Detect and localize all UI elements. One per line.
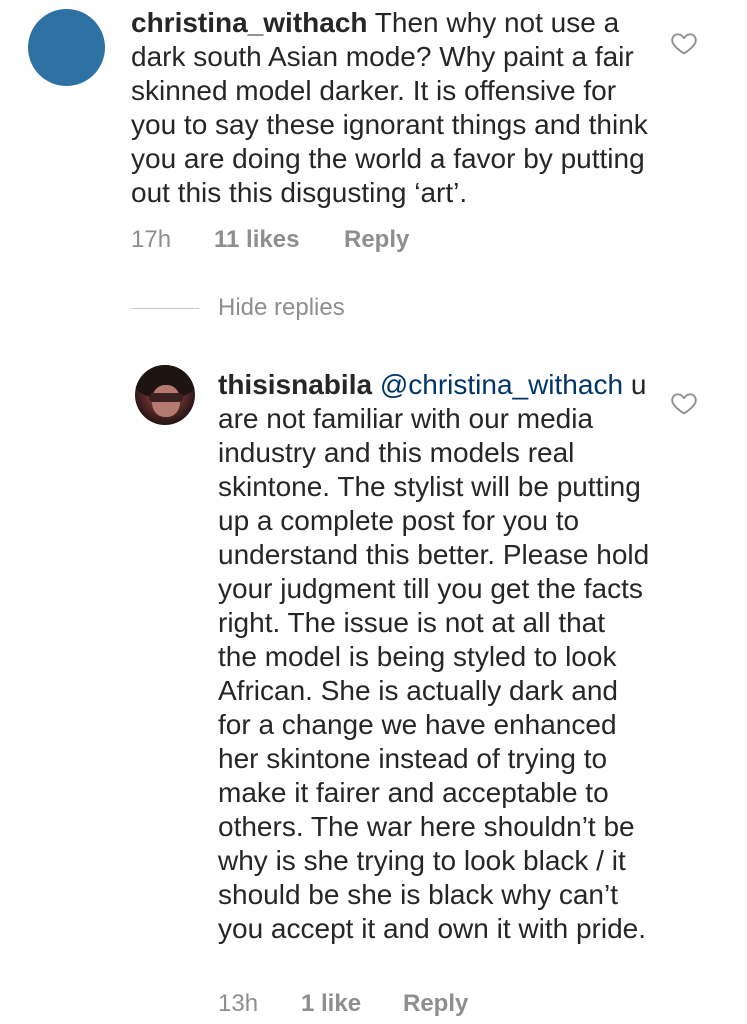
reply-likes[interactable]: 1 like — [301, 990, 361, 1018]
comment-time: 17h — [131, 226, 172, 253]
reply-text: u are not familiar with our media indust… — [218, 369, 650, 944]
reply-button[interactable]: Reply — [403, 990, 468, 1018]
comment-username[interactable]: christina_withach — [131, 7, 368, 38]
reply-body: thisisnabila @christina_withach u are no… — [218, 368, 650, 946]
reply-time: 13h — [218, 990, 259, 1017]
hide-replies-label: Hide replies — [218, 294, 345, 321]
avatar[interactable] — [135, 365, 195, 425]
comment-likes[interactable]: 11 likes — [214, 226, 299, 254]
avatar[interactable] — [28, 9, 105, 86]
reply-mention[interactable]: @christina_withach — [380, 369, 623, 400]
hide-replies-toggle[interactable]: Hide replies — [131, 292, 431, 326]
reply-username[interactable]: thisisnabila — [218, 369, 372, 400]
reply-button[interactable]: Reply — [344, 226, 409, 254]
divider — [131, 308, 199, 309]
comment-body: christina_withach Then why not use a dar… — [131, 6, 651, 210]
like-heart-icon[interactable] — [669, 389, 699, 417]
reply-meta: 13h 1 like Reply — [218, 990, 618, 1020]
comment-meta: 17h 11 likes Reply — [131, 226, 531, 256]
like-heart-icon[interactable] — [669, 29, 699, 57]
